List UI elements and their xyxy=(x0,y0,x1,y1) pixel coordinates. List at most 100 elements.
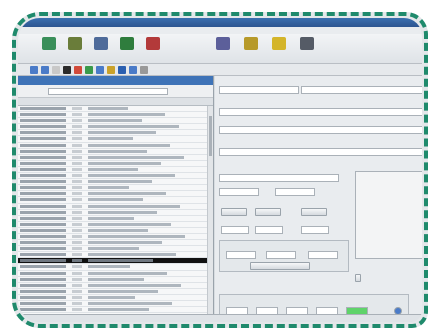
detail-field-1[interactable] xyxy=(219,86,299,94)
small-toolbar-icon[interactable] xyxy=(96,66,104,74)
detail-field-6[interactable] xyxy=(219,188,259,196)
list-cell xyxy=(88,234,185,238)
list-cell xyxy=(88,210,157,214)
small-toolbar-icon[interactable] xyxy=(63,66,71,74)
list-cell xyxy=(88,247,139,251)
small-toolbar-icon[interactable] xyxy=(85,66,93,74)
list-item[interactable] xyxy=(18,307,207,314)
list-cell xyxy=(20,302,66,305)
option-button-3[interactable] xyxy=(301,208,327,216)
list-cell xyxy=(20,277,66,281)
measure-field-1[interactable] xyxy=(226,251,256,259)
list-cell xyxy=(72,107,82,110)
toolbar-button-lightbulb[interactable] xyxy=(266,36,292,62)
list-cell xyxy=(20,228,66,232)
list-cell xyxy=(88,167,138,171)
list-cell xyxy=(72,161,82,165)
bird-icon xyxy=(94,37,108,50)
list-cell xyxy=(20,113,66,117)
toolbar-button-house[interactable] xyxy=(238,36,264,62)
app-window xyxy=(18,18,422,322)
list-cell xyxy=(88,119,142,123)
numeric-field-3[interactable] xyxy=(301,226,329,234)
list-cell xyxy=(20,180,66,184)
menu-bar xyxy=(18,27,422,34)
notes-area[interactable] xyxy=(355,171,422,259)
list-cell xyxy=(72,167,82,171)
list-cell xyxy=(72,113,82,117)
list-column-headers[interactable] xyxy=(18,98,213,106)
list-scrollbar[interactable] xyxy=(207,106,213,314)
small-toolbar-icon[interactable] xyxy=(74,66,82,74)
list-cell xyxy=(72,192,82,196)
numeric-field-1[interactable] xyxy=(221,226,249,234)
toolbar-button-bird[interactable] xyxy=(88,36,114,62)
toolbar-button-person[interactable] xyxy=(294,36,320,62)
list-cell xyxy=(88,180,152,184)
list-filter xyxy=(18,85,213,98)
scrollbar-thumb[interactable] xyxy=(209,116,212,156)
detail-field-3[interactable] xyxy=(219,126,422,134)
list-cell xyxy=(88,253,176,257)
list-cell xyxy=(20,155,66,159)
numeric-field-2[interactable] xyxy=(255,226,283,234)
list-cell xyxy=(20,295,66,299)
list-cell xyxy=(72,289,82,293)
small-toolbar-icon[interactable] xyxy=(41,66,49,74)
list-cell xyxy=(20,167,66,171)
list-cell xyxy=(88,204,180,208)
book-icon xyxy=(68,37,82,50)
list-cell xyxy=(88,161,161,165)
list-cell xyxy=(20,143,66,147)
leaf-icon xyxy=(120,37,134,50)
list-cell xyxy=(72,180,82,184)
option-button-2[interactable] xyxy=(255,208,281,216)
measure-field-2[interactable] xyxy=(266,251,296,259)
list-cell xyxy=(88,143,170,147)
list-cell xyxy=(88,222,171,226)
small-toolbar-icon[interactable] xyxy=(129,66,137,74)
small-toolbar-icon[interactable] xyxy=(52,66,60,74)
list-cell xyxy=(20,234,66,238)
list-cell xyxy=(20,137,66,141)
list-cell xyxy=(72,131,82,135)
small-toolbar-icon[interactable] xyxy=(140,66,148,74)
detail-field-5[interactable] xyxy=(219,174,339,182)
list-header xyxy=(18,76,213,85)
detail-field-1b[interactable] xyxy=(301,86,422,94)
list-cell xyxy=(88,192,166,196)
toolbar-button-heart[interactable] xyxy=(140,36,166,62)
heart-icon xyxy=(146,37,160,50)
list-cell xyxy=(88,289,158,293)
small-toolbar-icon[interactable] xyxy=(30,66,38,74)
list-cell xyxy=(72,216,82,220)
checkbox[interactable] xyxy=(355,274,361,282)
toolbar-button-leaf[interactable] xyxy=(114,36,140,62)
filter-input[interactable] xyxy=(48,88,168,95)
option-button-1[interactable] xyxy=(221,208,247,216)
list-cell xyxy=(20,107,66,110)
detail-field-7[interactable] xyxy=(275,188,315,196)
detail-field-2[interactable] xyxy=(219,108,422,116)
toolbar-button-database[interactable] xyxy=(36,36,62,62)
list-cell xyxy=(20,174,66,178)
list-cell xyxy=(20,216,66,220)
detail-field-4[interactable] xyxy=(219,148,422,156)
list-cell xyxy=(88,186,129,190)
title-bar xyxy=(18,18,422,27)
list-cell xyxy=(72,277,82,281)
detail-pane xyxy=(215,76,422,320)
group-action-button[interactable] xyxy=(250,262,310,270)
house-icon xyxy=(244,37,258,50)
lightbulb-icon xyxy=(272,37,286,50)
small-toolbar-icon[interactable] xyxy=(107,66,115,74)
record-list-pane xyxy=(18,76,214,314)
list-cell xyxy=(88,259,153,263)
list-cell xyxy=(88,137,133,141)
toolbar-button-book[interactable] xyxy=(62,36,88,62)
list-cell xyxy=(72,125,82,129)
list-cell xyxy=(72,137,82,141)
toolbar-button-building[interactable] xyxy=(210,36,236,62)
measure-field-3[interactable] xyxy=(308,251,338,259)
small-toolbar-icon[interactable] xyxy=(118,66,126,74)
